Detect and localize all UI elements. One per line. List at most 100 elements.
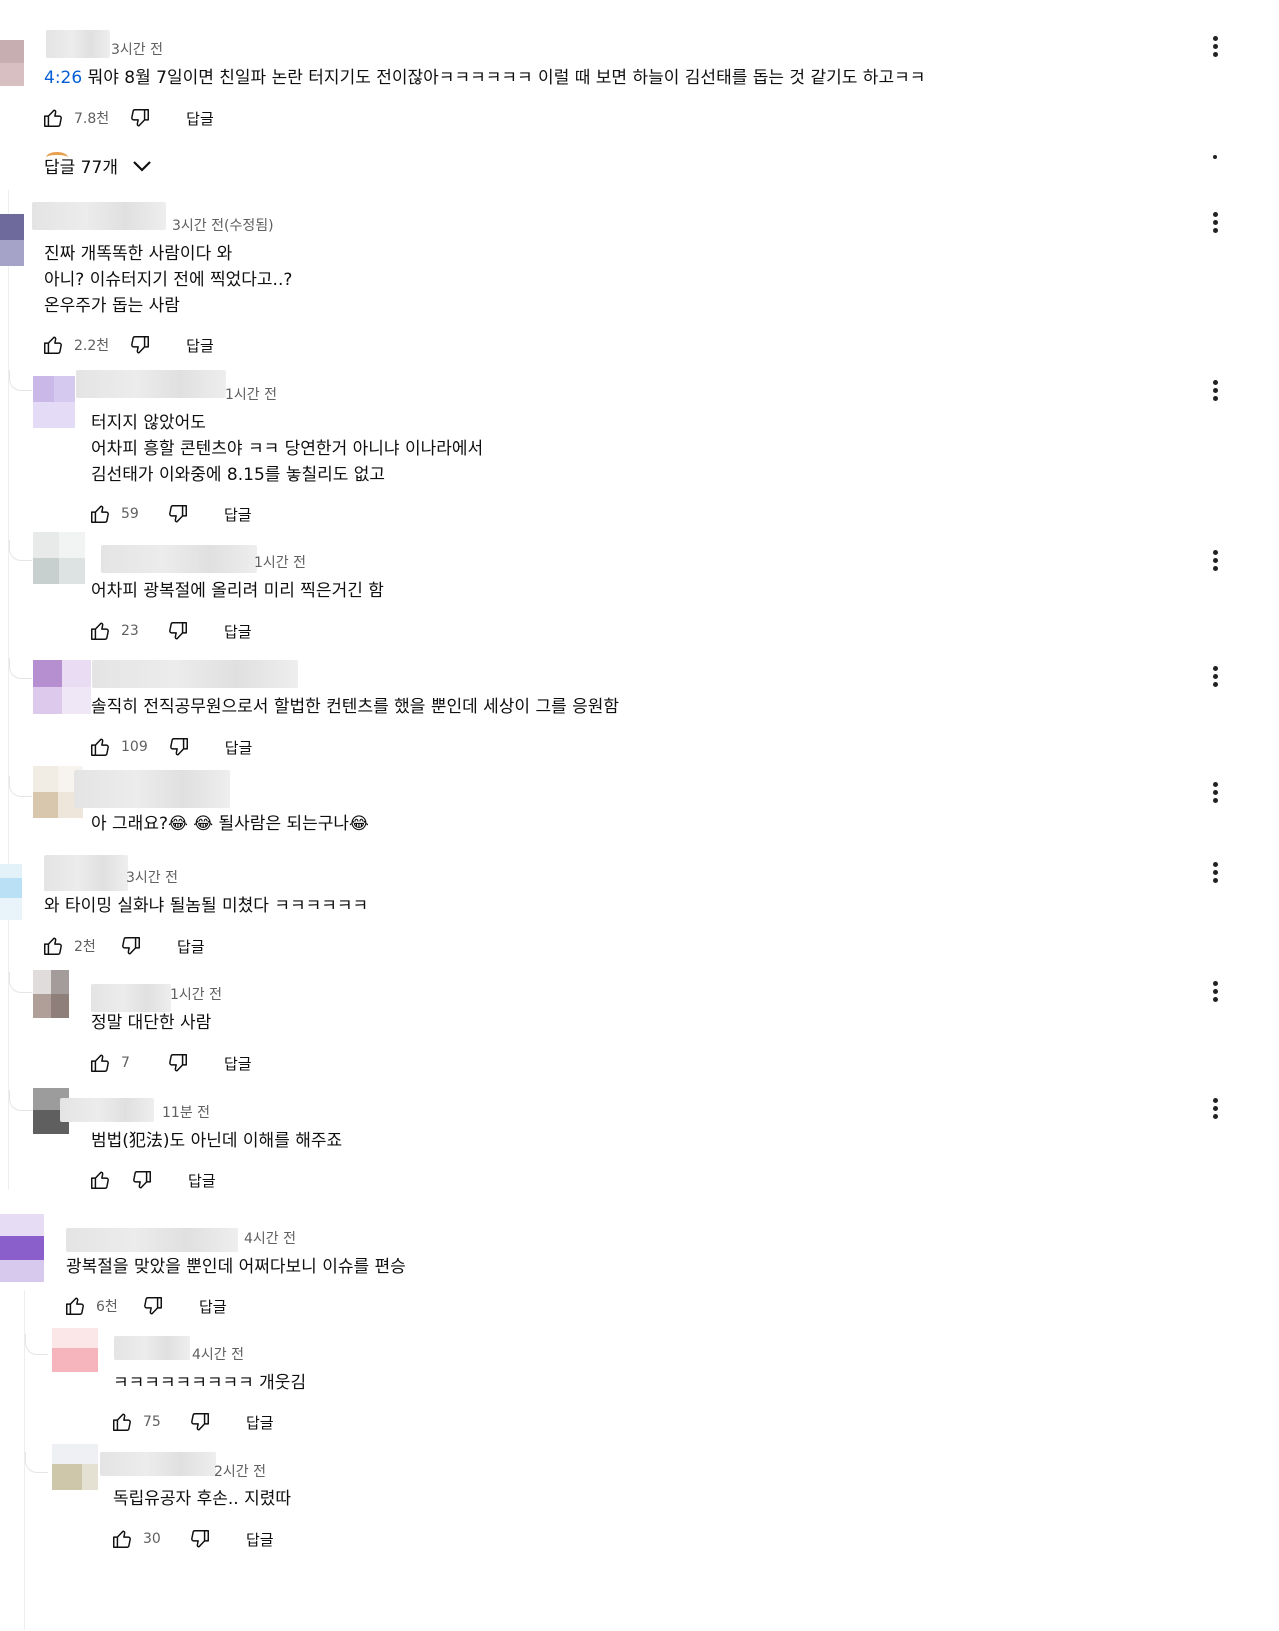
- like-count: 75: [143, 1414, 161, 1430]
- avatar[interactable]: [52, 1444, 98, 1490]
- thumbs-down-icon[interactable]: [189, 1411, 211, 1433]
- thread-connector: [9, 1090, 32, 1111]
- username[interactable]: [74, 770, 230, 808]
- reply-button[interactable]: 답글: [224, 504, 252, 525]
- comment-text: 독립유공자 후손.. 지렸따: [113, 1489, 292, 1509]
- reply-button[interactable]: 답글: [177, 936, 205, 957]
- comment-text: 와 타이밍 실화냐 될놈될 미쳤다 ㅋㅋㅋㅋㅋㅋ: [44, 896, 369, 916]
- comment-actions: 59 답글: [89, 502, 252, 526]
- like-count: 30: [143, 1531, 161, 1547]
- comment-actions: 109 답글: [89, 735, 252, 759]
- comment-time: 1시간 전: [225, 387, 277, 403]
- reply-button[interactable]: 답글: [199, 1296, 227, 1317]
- thumbs-down-icon[interactable]: [167, 620, 189, 642]
- thumbs-down-icon[interactable]: [189, 1528, 211, 1550]
- more-vert-icon[interactable]: [1211, 380, 1219, 406]
- thumbs-up-icon[interactable]: [42, 107, 64, 129]
- username[interactable]: [91, 984, 171, 1012]
- thread-line: [8, 190, 9, 1190]
- thumbs-down-icon[interactable]: [129, 107, 151, 129]
- comment-time: 3시간 전(수정됨): [172, 218, 274, 234]
- comment-actions: 23 답글: [89, 619, 252, 643]
- avatar[interactable]: [0, 864, 22, 920]
- avatar[interactable]: [0, 1214, 44, 1282]
- username[interactable]: [60, 1098, 154, 1122]
- more-vert-icon[interactable]: [1211, 981, 1219, 1007]
- comment-text: 어차피 광복절에 올리려 미리 찍은거긴 함: [91, 581, 384, 601]
- like-count: 7.8천: [74, 111, 110, 127]
- username[interactable]: [92, 660, 298, 688]
- reply-button[interactable]: 답글: [246, 1412, 274, 1433]
- comment-time: 3시간 전: [111, 42, 163, 58]
- avatar[interactable]: [0, 214, 24, 266]
- like-count: 7: [121, 1055, 130, 1071]
- thumbs-up-icon[interactable]: [89, 1052, 111, 1074]
- thumbs-up-icon[interactable]: [42, 334, 64, 356]
- thumbs-down-icon[interactable]: [120, 935, 142, 957]
- thumbs-up-icon[interactable]: [111, 1528, 133, 1550]
- thumbs-down-icon[interactable]: [167, 1052, 189, 1074]
- like-count: 6천: [96, 1299, 118, 1315]
- avatar[interactable]: [33, 970, 69, 1018]
- reply-button[interactable]: 답글: [186, 335, 214, 356]
- username[interactable]: [76, 370, 226, 398]
- more-vert-icon[interactable]: [1211, 36, 1219, 62]
- reply-button[interactable]: 답글: [246, 1529, 274, 1550]
- thread-connector: [9, 972, 32, 993]
- avatar[interactable]: [0, 40, 24, 86]
- replies-toggle-button[interactable]: 답글 77개: [44, 153, 152, 178]
- thumbs-down-icon[interactable]: [168, 736, 190, 758]
- reply-button[interactable]: 답글: [224, 1053, 252, 1074]
- more-vert-icon[interactable]: [1211, 212, 1219, 238]
- reply-button[interactable]: 답글: [188, 1170, 216, 1191]
- avatar[interactable]: [33, 660, 91, 714]
- thread-connector: [25, 1452, 48, 1473]
- more-dot: [1213, 155, 1217, 159]
- username[interactable]: [66, 1228, 238, 1252]
- username[interactable]: [32, 202, 166, 230]
- comment-text: 진짜 개똑똑한 사람이다 와 아니? 이슈터지기 전에 찍었다고..? 온우주가…: [44, 244, 293, 316]
- comment-time: 1시간 전: [254, 555, 306, 571]
- username[interactable]: [114, 1336, 190, 1360]
- thumbs-up-icon[interactable]: [89, 736, 111, 758]
- thumbs-down-icon[interactable]: [131, 1169, 153, 1191]
- comment-text: 광복절을 맞았을 뿐인데 어쩌다보니 이슈를 편승: [66, 1257, 406, 1277]
- comment-time: 4시간 전: [192, 1347, 244, 1363]
- comment-time: 11분 전: [162, 1105, 211, 1121]
- thumbs-up-icon[interactable]: [89, 503, 111, 525]
- reply-button[interactable]: 답글: [225, 737, 253, 758]
- comment-text: ㅋㅋㅋㅋㅋㅋㅋㅋㅋ 개웃김: [113, 1373, 307, 1393]
- more-vert-icon[interactable]: [1211, 666, 1219, 692]
- more-vert-icon[interactable]: [1211, 1098, 1219, 1124]
- comment-actions: 2.2천 답글: [42, 333, 214, 357]
- thumbs-up-icon[interactable]: [42, 935, 64, 957]
- reply-button[interactable]: 답글: [224, 621, 252, 642]
- thread-connector: [9, 776, 32, 797]
- avatar[interactable]: [33, 376, 75, 428]
- avatar[interactable]: [33, 532, 85, 584]
- comment-time: 1시간 전: [170, 987, 222, 1003]
- thumbs-down-icon[interactable]: [167, 503, 189, 525]
- like-count: 2천: [74, 939, 96, 955]
- comment-text: 범법(犯法)도 아닌데 이해를 해주죠: [91, 1131, 343, 1151]
- more-vert-icon[interactable]: [1211, 862, 1219, 888]
- thumbs-down-icon[interactable]: [129, 334, 151, 356]
- thumbs-up-icon[interactable]: [64, 1295, 86, 1317]
- username[interactable]: [44, 855, 128, 891]
- avatar[interactable]: [52, 1328, 98, 1372]
- thread-connector: [25, 1334, 48, 1355]
- username[interactable]: [100, 1452, 216, 1476]
- comment-actions: 30 답글: [111, 1527, 274, 1551]
- reply-button[interactable]: 답글: [186, 108, 214, 129]
- thumbs-up-icon[interactable]: [111, 1411, 133, 1433]
- thumbs-down-icon[interactable]: [142, 1295, 164, 1317]
- timestamp-link[interactable]: 4:26: [44, 68, 82, 88]
- chevron-down-icon: [132, 159, 152, 173]
- like-count: 59: [121, 506, 139, 522]
- thumbs-up-icon[interactable]: [89, 1169, 111, 1191]
- more-vert-icon[interactable]: [1211, 782, 1219, 808]
- thumbs-up-icon[interactable]: [89, 620, 111, 642]
- username[interactable]: [101, 545, 257, 573]
- username[interactable]: [46, 30, 110, 58]
- more-vert-icon[interactable]: [1211, 550, 1219, 576]
